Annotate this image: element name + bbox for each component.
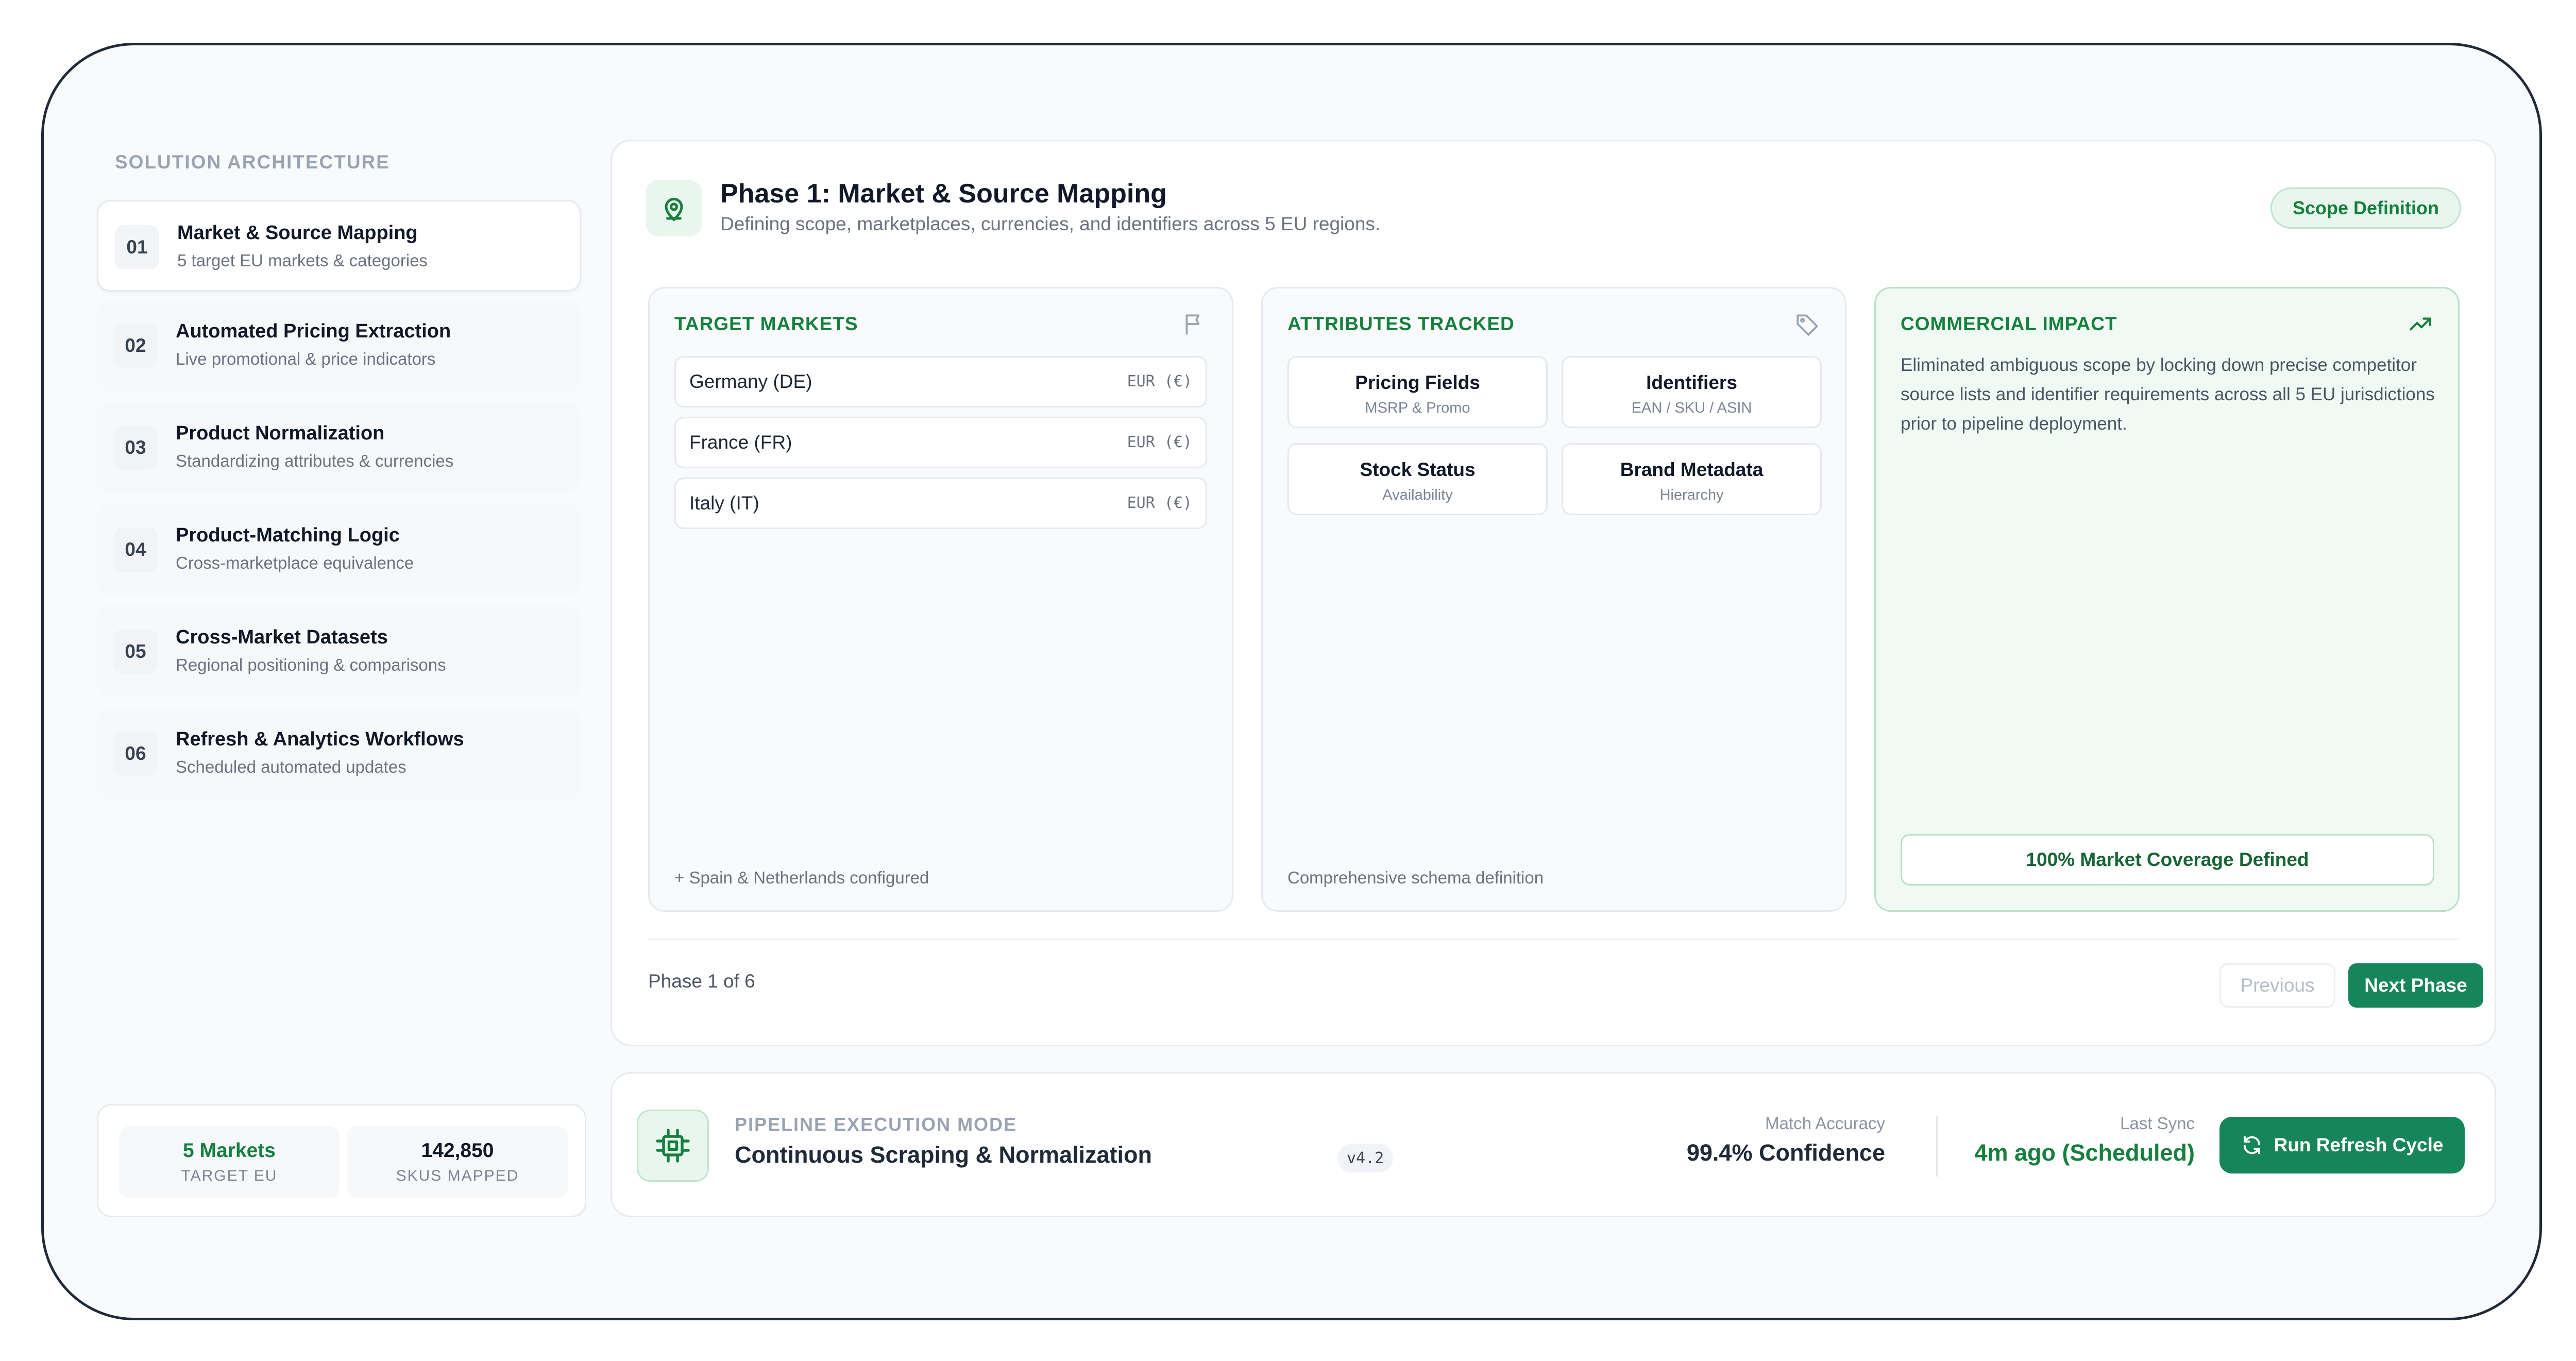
app-frame: SOLUTION ARCHITECTURE 01 Market & Source… xyxy=(41,43,2542,1320)
attribute-title: Pricing Fields xyxy=(1355,372,1480,393)
attribute-title: Brand Metadata xyxy=(1620,459,1764,480)
sidebar-heading: SOLUTION ARCHITECTURE xyxy=(115,151,390,173)
stat-label: SKUS MAPPED xyxy=(396,1167,519,1184)
scope-badge: Scope Definition xyxy=(2270,188,2461,229)
attribute-subtitle: MSRP & Promo xyxy=(1365,400,1470,416)
metric-label: Last Sync xyxy=(2120,1114,2195,1133)
map-pin-icon xyxy=(646,180,702,236)
step-product-normalization[interactable]: 03 Product Normalization Standardizing a… xyxy=(97,402,581,494)
market-row[interactable]: Italy (IT) EUR (€) xyxy=(674,478,1207,529)
metric-label: Match Accuracy xyxy=(1765,1114,1885,1133)
attribute-identifiers: Identifiers EAN / SKU / ASIN xyxy=(1562,356,1822,428)
step-subtitle: Standardizing attributes & currencies xyxy=(176,451,454,470)
step-cross-market-datasets[interactable]: 05 Cross-Market Datasets Regional positi… xyxy=(97,606,581,697)
stat-skus: 142,850 SKUS MAPPED xyxy=(347,1126,568,1198)
panel-title: ATTRIBUTES TRACKED xyxy=(1287,313,1515,334)
pipeline-label: PIPELINE EXECUTION MODE xyxy=(735,1114,1018,1135)
attribute-title: Stock Status xyxy=(1360,459,1476,480)
attribute-subtitle: EAN / SKU / ASIN xyxy=(1631,400,1752,416)
step-subtitle: Scheduled automated updates xyxy=(176,757,406,776)
step-number: 04 xyxy=(113,528,158,572)
phase-subtitle: Defining scope, marketplaces, currencies… xyxy=(720,213,1381,234)
step-market-source-mapping[interactable]: 01 Market & Source Mapping 5 target EU m… xyxy=(97,200,581,292)
step-subtitle: Cross-marketplace equivalence xyxy=(176,553,414,572)
market-row[interactable]: France (FR) EUR (€) xyxy=(674,417,1207,468)
phase-counter: Phase 1 of 6 xyxy=(648,971,755,992)
market-currency: EUR (€) xyxy=(1127,494,1192,512)
commercial-impact-panel: COMMERCIAL IMPACT Eliminated ambiguous s… xyxy=(1874,287,2460,912)
step-title: Refresh & Analytics Workflows xyxy=(176,728,464,750)
panel-title: TARGET MARKETS xyxy=(674,313,858,334)
step-automated-pricing-extraction[interactable]: 02 Automated Pricing Extraction Live pro… xyxy=(97,300,581,392)
market-name: France (FR) xyxy=(689,432,792,453)
refresh-icon xyxy=(2243,1136,2260,1154)
step-number: 02 xyxy=(113,324,158,368)
tag-icon xyxy=(1797,314,1818,336)
last-sync-metric: Last Sync 4m ago (Scheduled) xyxy=(1974,1114,2195,1166)
step-number: 03 xyxy=(113,426,158,470)
pipeline-mode: Continuous Scraping & Normalization xyxy=(735,1142,1153,1168)
phase-title: Phase 1: Market & Source Mapping xyxy=(720,179,1167,209)
market-currency: EUR (€) xyxy=(1127,433,1192,451)
attribute-pricing-fields: Pricing Fields MSRP & Promo xyxy=(1287,356,1548,428)
market-currency: EUR (€) xyxy=(1127,372,1192,390)
step-subtitle: Regional positioning & comparisons xyxy=(176,655,446,674)
attribute-subtitle: Availability xyxy=(1382,487,1453,503)
attributes-footer: Comprehensive schema definition xyxy=(1287,868,1544,887)
markets-footer: + Spain & Netherlands configured xyxy=(674,868,929,887)
next-phase-button[interactable]: Next Phase xyxy=(2348,963,2483,1008)
step-subtitle: Live promotional & price indicators xyxy=(176,349,436,368)
match-accuracy-metric: Match Accuracy 99.4% Confidence xyxy=(1687,1114,1885,1166)
market-name: Germany (DE) xyxy=(689,371,812,392)
step-title: Market & Source Mapping xyxy=(177,222,418,244)
attribute-subtitle: Hierarchy xyxy=(1659,487,1724,503)
step-title: Cross-Market Datasets xyxy=(176,626,388,648)
flag-icon xyxy=(1185,314,1200,335)
metric-value: 4m ago (Scheduled) xyxy=(1974,1139,2195,1166)
panel-title: COMMERCIAL IMPACT xyxy=(1901,313,2117,334)
step-title: Product-Matching Logic xyxy=(176,524,400,546)
stat-label: TARGET EU xyxy=(181,1167,278,1184)
pipeline-card: PIPELINE EXECUTION MODE Continuous Scrap… xyxy=(611,1072,2496,1217)
market-name: Italy (IT) xyxy=(689,492,759,514)
phase-card: Phase 1: Market & Source Mapping Definin… xyxy=(611,140,2496,1046)
step-refresh-analytics-workflows[interactable]: 06 Refresh & Analytics Workflows Schedul… xyxy=(97,708,581,799)
step-number: 01 xyxy=(115,225,159,269)
attributes-panel: ATTRIBUTES TRACKED Pricing Fields MSRP &… xyxy=(1261,287,1846,912)
stats-card: 5 Markets TARGET EU 142,850 SKUS MAPPED xyxy=(97,1104,586,1217)
trending-up-icon xyxy=(2410,317,2431,331)
step-title: Automated Pricing Extraction xyxy=(176,320,451,342)
run-refresh-cycle-button[interactable]: Run Refresh Cycle xyxy=(2219,1117,2465,1173)
metric-divider xyxy=(1936,1116,1938,1177)
stat-value: 5 Markets xyxy=(183,1139,276,1162)
attribute-title: Identifiers xyxy=(1646,372,1737,393)
step-number: 05 xyxy=(113,630,158,674)
cpu-chip-icon xyxy=(637,1110,709,1182)
step-title: Product Normalization xyxy=(176,422,385,444)
step-product-matching-logic[interactable]: 04 Product-Matching Logic Cross-marketpl… xyxy=(97,504,581,596)
step-subtitle: 5 target EU markets & categories xyxy=(177,251,428,270)
attribute-stock-status: Stock Status Availability xyxy=(1287,443,1548,515)
attribute-brand-metadata: Brand Metadata Hierarchy xyxy=(1562,443,1822,515)
step-number: 06 xyxy=(113,731,158,776)
impact-description: Eliminated ambiguous scope by locking do… xyxy=(1901,355,2435,434)
coverage-status: 100% Market Coverage Defined xyxy=(1901,834,2434,886)
stat-markets: 5 Markets TARGET EU xyxy=(119,1126,340,1198)
divider xyxy=(648,939,2459,940)
stat-value: 142,850 xyxy=(421,1139,494,1162)
metric-value: 99.4% Confidence xyxy=(1686,1139,1885,1166)
previous-button[interactable]: Previous xyxy=(2219,963,2335,1008)
target-markets-panel: TARGET MARKETS Germany (DE) EUR (€) Fran… xyxy=(648,287,1233,912)
market-row[interactable]: Germany (DE) EUR (€) xyxy=(674,356,1207,407)
version-badge: v4.2 xyxy=(1337,1144,1394,1172)
run-refresh-label: Run Refresh Cycle xyxy=(2274,1134,2444,1155)
